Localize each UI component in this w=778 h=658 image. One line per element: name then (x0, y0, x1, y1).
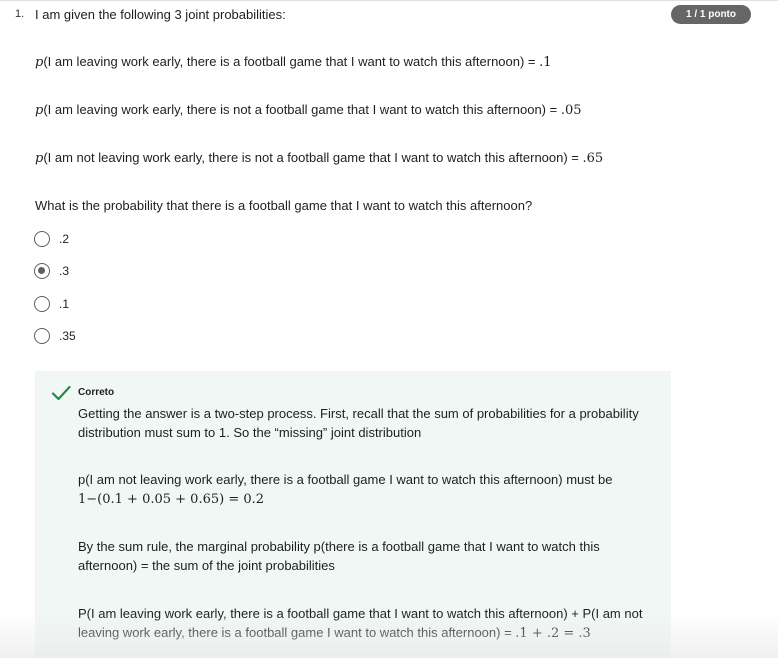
feedback-text: p(I am not leaving work early, there is … (78, 472, 613, 487)
feedback-math: .1 + .2 = .3 (515, 626, 591, 641)
option-label: .3 (59, 264, 70, 278)
answer-option-3[interactable]: .1 (34, 296, 69, 312)
joint-probability-text: (I am not leaving work early, there is n… (43, 150, 583, 165)
radio-button[interactable] (34, 231, 50, 247)
answer-option-1[interactable]: .2 (34, 231, 69, 247)
option-label: .1 (59, 297, 70, 311)
joint-probability-2: p(I am leaving work early, there is not … (35, 102, 582, 118)
joint-probability-text: (I am leaving work early, there is not a… (43, 102, 561, 117)
joint-probability-value: .1 (539, 55, 552, 70)
feedback-paragraph-2: p(I am not leaving work early, there is … (78, 470, 653, 509)
feedback-status: Correto (78, 387, 115, 398)
radio-button[interactable] (34, 296, 50, 312)
question-title: I am given the following 3 joint probabi… (35, 7, 286, 22)
option-label: .2 (59, 232, 70, 246)
check-icon (51, 385, 71, 401)
feedback-math: 1−(0.1 + 0.05 + 0.65) = 0.2 (78, 492, 265, 507)
joint-probability-3: p(I am not leaving work early, there is … (35, 150, 603, 166)
question-prompt: What is the probability that there is a … (35, 198, 533, 213)
radio-button[interactable] (34, 263, 50, 279)
top-divider (0, 0, 778, 1)
feedback-paragraph-3: By the sum rule, the marginal probabilit… (78, 539, 600, 573)
feedback-panel: Correto Getting the answer is a two-step… (35, 371, 671, 658)
question-number: 1. (15, 8, 25, 20)
answer-option-4[interactable]: .35 (34, 328, 76, 344)
radio-button[interactable] (34, 328, 50, 344)
feedback-paragraph-1: Getting the answer is a two-step process… (78, 406, 639, 440)
score-badge: 1 / 1 ponto (671, 5, 751, 24)
joint-probability-value: .65 (582, 151, 604, 166)
option-label: .35 (59, 329, 76, 343)
joint-probability-value: .05 (560, 103, 582, 118)
joint-probability-1: p(I am leaving work early, there is a fo… (35, 54, 552, 70)
feedback-paragraph-4: P(I am leaving work early, there is a fo… (78, 604, 653, 643)
joint-probability-text: (I am leaving work early, there is a foo… (43, 54, 540, 69)
answer-option-2[interactable]: .3 (34, 263, 69, 279)
